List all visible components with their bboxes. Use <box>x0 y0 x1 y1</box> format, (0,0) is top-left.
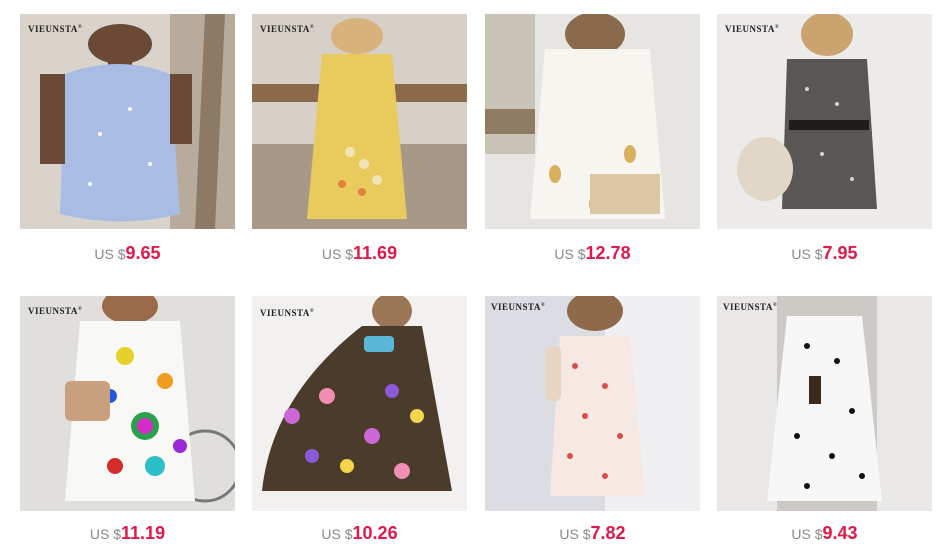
brand-watermark: VIEUNSTA® <box>28 306 83 316</box>
brand-watermark: VIEUNSTA® <box>723 302 778 312</box>
price-amount: 11.69 <box>353 243 398 263</box>
currency-label: US $ <box>559 526 591 542</box>
product-photo <box>717 296 932 511</box>
product-image[interactable]: VIEUNSTA® <box>485 296 700 511</box>
currency-label: US $ <box>321 526 353 542</box>
product-photo <box>485 296 700 511</box>
product-photo <box>717 14 932 229</box>
currency-label: US $ <box>321 246 354 262</box>
product-photo <box>20 14 235 229</box>
price-amount: 7.82 <box>590 523 626 543</box>
brand-watermark: VIEUNSTA® <box>260 24 315 34</box>
brand-watermark: VIEUNSTA® <box>491 302 546 312</box>
product-image[interactable]: VIEUNSTA® <box>20 14 235 229</box>
price-label: US $10.26 <box>252 523 467 544</box>
currency-label: US $ <box>791 526 823 542</box>
price-amount: 10.26 <box>352 523 398 543</box>
product-image[interactable] <box>485 14 700 229</box>
price-amount: 7.95 <box>822 243 858 263</box>
product-image[interactable]: VIEUNSTA® <box>252 296 467 511</box>
brand-watermark: VIEUNSTA® <box>260 308 315 318</box>
price-label: US $12.78 <box>485 243 700 264</box>
currency-label: US $ <box>554 246 586 262</box>
product-image[interactable]: VIEUNSTA® <box>717 296 932 511</box>
price-amount: 9.43 <box>822 523 858 543</box>
brand-watermark: VIEUNSTA® <box>28 24 83 34</box>
currency-label: US $ <box>791 246 823 262</box>
price-amount: 12.78 <box>585 243 631 263</box>
price-label: US $11.69 <box>252 243 467 264</box>
price-amount: 9.65 <box>125 243 161 263</box>
price-label: US $7.82 <box>485 523 700 544</box>
product-photo <box>252 296 467 511</box>
product-image[interactable]: VIEUNSTA® <box>20 296 235 511</box>
price-label: US $11.19 <box>20 523 235 544</box>
currency-label: US $ <box>89 526 122 542</box>
product-photo <box>485 14 700 229</box>
price-label: US $7.95 <box>717 243 932 264</box>
brand-watermark: VIEUNSTA® <box>725 24 780 34</box>
price-label: US $9.43 <box>717 523 932 544</box>
product-photo <box>252 14 467 229</box>
currency-label: US $ <box>94 246 126 262</box>
product-image[interactable]: VIEUNSTA® <box>252 14 467 229</box>
product-photo <box>20 296 235 511</box>
product-image[interactable]: VIEUNSTA® <box>717 14 932 229</box>
price-amount: 11.19 <box>121 523 166 543</box>
product-grid: VIEUNSTA® US $9.65 VIEUNSTA® US $11.69 U… <box>0 0 943 548</box>
price-label: US $9.65 <box>20 243 235 264</box>
